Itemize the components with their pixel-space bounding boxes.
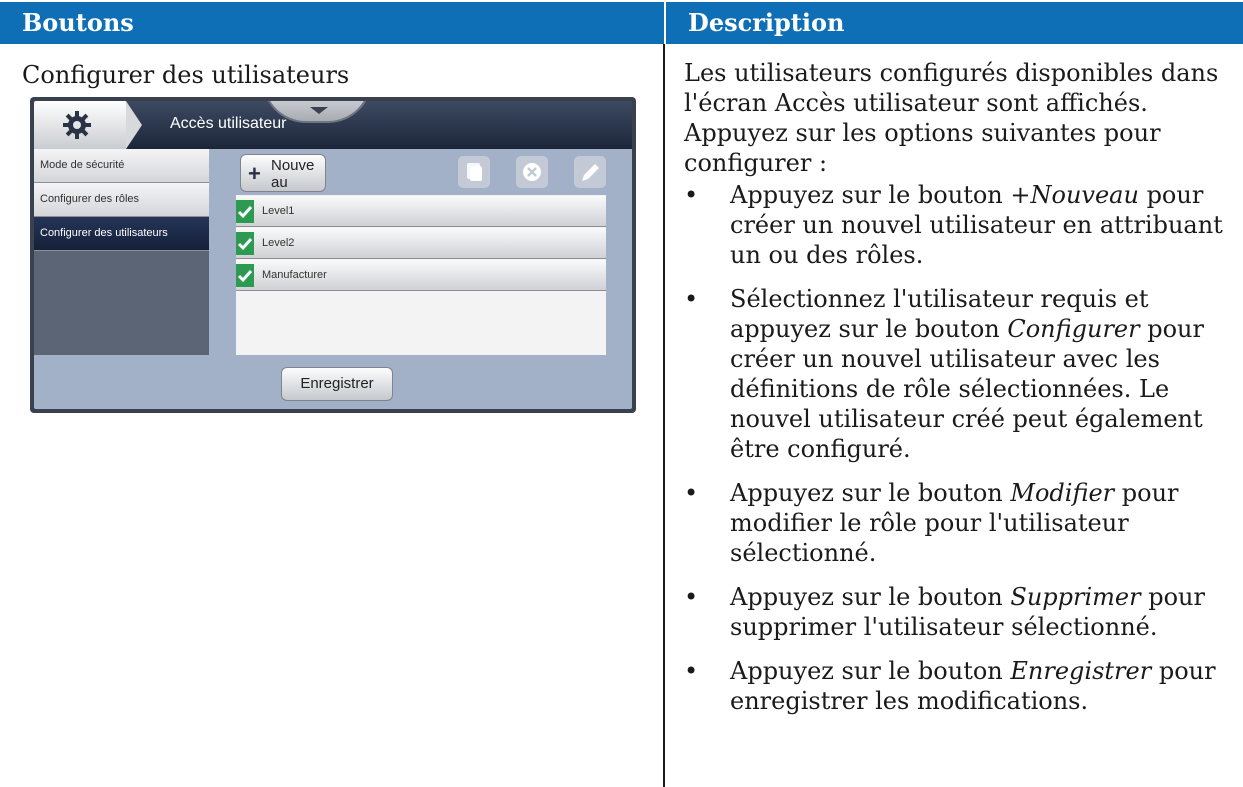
list-item[interactable]: Manufacturer [236,260,606,291]
column-divider [663,44,665,787]
document-table: Boutons Description Configurer des utili… [0,0,1243,787]
separator-strip [209,149,236,355]
bullet-emphasis: Enregistrer [1010,657,1152,685]
bullet-emphasis: Supprimer [1010,583,1141,611]
user-name: Level2 [262,237,295,249]
screen-title: Accès utilisateur [170,115,287,132]
user-list: Level1 Level2 Manufacturer [236,195,606,355]
check-icon [236,232,254,255]
bullet-item: • Appuyez sur le bouton Modifier pour mo… [684,478,1236,568]
check-icon [236,200,254,223]
bullet-emphasis: Modifier [1010,479,1115,507]
chevron-down-icon [310,107,328,114]
pencil-icon [582,164,599,181]
sidebar-item-configure-users[interactable]: Configurer des utilisateurs [34,217,209,251]
user-name: Level1 [262,205,295,217]
bullet-icon: • [684,583,699,611]
bullet-item: • Appuyez sur le bouton Enregistrer pour… [684,656,1236,716]
save-button[interactable]: Enregistrer [281,367,393,401]
user-name: Manufacturer [262,269,327,281]
check-icon [236,264,254,287]
screen-inner: Accès utilisateur Mode de sécurité Confi… [34,101,632,409]
close-circle-icon [523,163,541,181]
bullet-item: • Sélectionnez l'utilisateur requis et a… [684,284,1236,464]
bullet-item: • Appuyez sur le bouton +Nouveau pour cr… [684,180,1236,270]
description-column: Les utilisateurs configurés disponibles … [684,58,1236,716]
edit-button[interactable] [574,156,606,188]
row-title: Configurer des utilisateurs [22,61,350,89]
sidebar: Mode de sécurité Configurer des rôles Co… [34,149,209,355]
top-bar: Accès utilisateur [34,101,632,149]
user-access-screenshot: Accès utilisateur Mode de sécurité Confi… [30,97,636,413]
plus-icon: + [248,161,261,186]
gear-icon [63,111,91,139]
sidebar-item-configure-roles[interactable]: Configurer des rôles [34,183,209,217]
bullet-emphasis: Configurer [1007,315,1140,343]
bullet-list: • Appuyez sur le bouton +Nouveau pour cr… [684,180,1236,716]
bullet-icon: • [684,479,699,507]
header-description: Description [666,2,1243,44]
bullet-text: Appuyez sur le bouton + [730,181,1031,209]
copy-icon [467,163,482,181]
bottom-bar: Enregistrer [34,355,632,409]
settings-tab[interactable] [34,101,126,149]
list-item[interactable]: Level2 [236,228,606,259]
bullet-emphasis: Nouveau [1030,181,1139,209]
bullet-icon: • [684,657,699,685]
scrollbar[interactable] [606,195,632,355]
description-intro: Les utilisateurs configurés disponibles … [684,59,1219,177]
delete-button[interactable] [516,156,548,188]
sidebar-item-security-mode[interactable]: Mode de sécurité [34,149,209,183]
bullet-item: • Appuyez sur le bouton Supprimer pour s… [684,582,1236,642]
bullet-text: Appuyez sur le bouton [730,583,1011,611]
header-buttons: Boutons [0,2,664,44]
bullet-text: Appuyez sur le bouton [730,657,1011,685]
bullet-icon: • [684,181,699,209]
new-button-label: Nouve au [271,157,315,191]
toolbar: + Nouve au [236,149,632,195]
bullet-text: Appuyez sur le bouton [730,479,1011,507]
new-user-button[interactable]: + Nouve au [240,154,326,192]
bullet-icon: • [684,285,699,313]
tab-arrow [126,101,142,149]
list-item[interactable]: Level1 [236,196,606,227]
copy-button[interactable] [458,156,490,188]
